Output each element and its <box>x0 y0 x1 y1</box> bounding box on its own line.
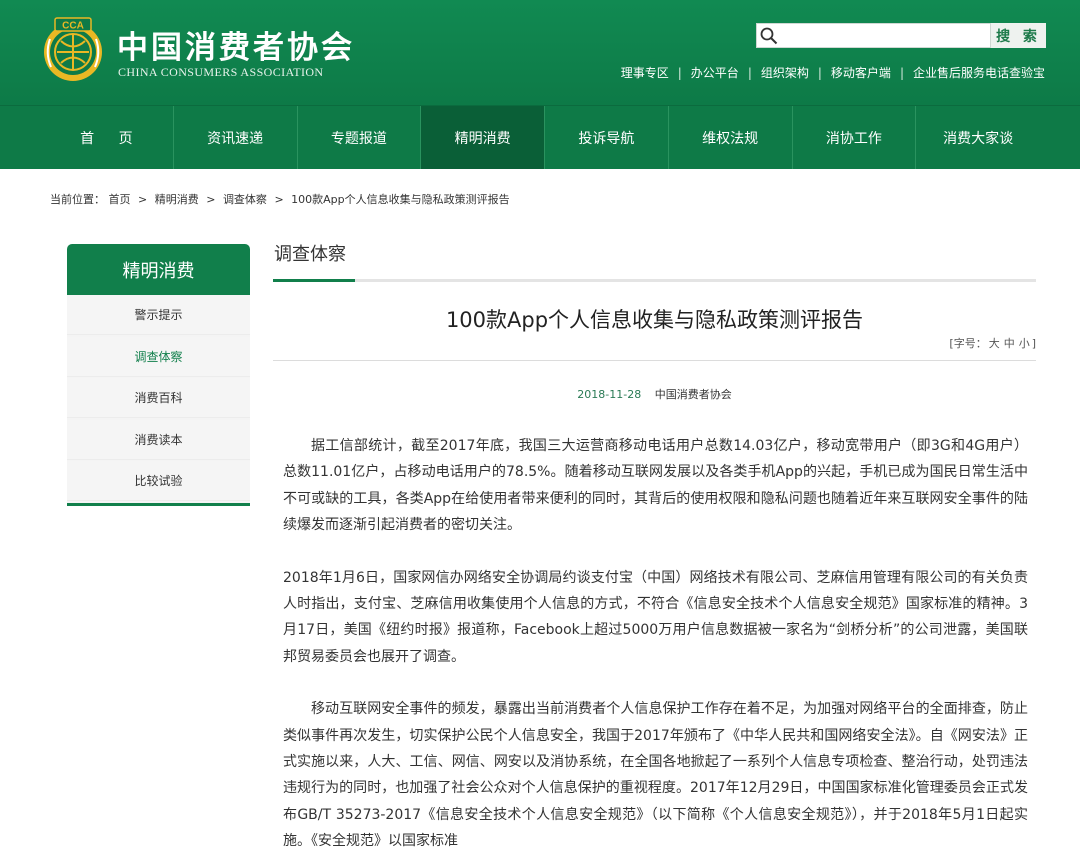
nav-item-complaint-guide[interactable]: 投诉导航 <box>545 106 669 169</box>
sidebar-item-reader[interactable]: 消费读本 <box>67 419 250 460</box>
cca-emblem-icon[interactable]: CCA <box>41 17 105 83</box>
sidebar-item-comparison-tests[interactable]: 比较试验 <box>67 461 250 501</box>
section-title: 调查体察 <box>274 244 346 265</box>
site-subtitle: CHINA CONSUMERS ASSOCIATION <box>118 65 324 79</box>
font-size-suffix: ] <box>1031 337 1036 350</box>
breadcrumb-survey[interactable]: 调查体察 <box>223 193 267 206</box>
sidebar: 精明消费 警示提示 调查体察 消费百科 消费读本 比较试验 <box>67 244 250 506</box>
breadcrumb-current: 100款App个人信息收集与隐私政策测评报告 <box>291 193 510 206</box>
top-link-separator: | <box>899 65 904 80</box>
search-input[interactable] <box>781 26 990 47</box>
section-divider-accent <box>273 279 355 282</box>
font-size-prefix: [字号： <box>949 337 987 350</box>
nav-item-smart-consumption[interactable]: 精明消费 <box>421 106 545 169</box>
nav-item-association-work[interactable]: 消协工作 <box>793 106 917 169</box>
search-icon <box>760 27 778 45</box>
font-size-control: [字号：大中小] <box>949 335 1036 351</box>
article-paragraph: 移动互联网安全事件的频发，暴露出当前消费者个人信息保护工作存在着不足，为加强对网… <box>283 701 1028 850</box>
article-meta: 2018-11-28 中国消费者协会 <box>273 386 1036 402</box>
meta-divider <box>273 360 1036 361</box>
sidebar-item-survey[interactable]: 调查体察 <box>67 336 250 377</box>
top-link-mobile-client[interactable]: 移动客户端 <box>831 64 891 81</box>
nav-item-home[interactable]: 首 页 <box>50 106 174 169</box>
breadcrumb-separator: > <box>206 193 216 206</box>
article-paragraph: 据工信部统计，截至2017年底，我国三大运营商移动电话用户总数14.03亿户，移… <box>283 438 1028 534</box>
site-header: CCA 中国消费者协会 CHINA CONSUMERS ASSOCIATION … <box>0 0 1080 105</box>
section-divider <box>273 279 1036 282</box>
nav-item-consumer-forum[interactable]: 消费大家谈 <box>916 106 1040 169</box>
article-main: 调查体察 100款App个人信息收集与隐私政策测评报告 [字号：大中小] 201… <box>273 240 1036 849</box>
top-link-separator: | <box>817 65 822 80</box>
article-paragraph: 2018年1月6日，国家网信办网络安全协调局约谈支付宝（中国）网络技术有限公司、… <box>283 569 1028 665</box>
breadcrumb-separator: > <box>274 193 284 206</box>
breadcrumb-home[interactable]: 首页 <box>109 193 131 206</box>
article-date: 2018-11-28 <box>577 388 642 401</box>
top-link-office[interactable]: 办公平台 <box>691 64 739 81</box>
top-link-separator: | <box>747 65 752 80</box>
sidebar-item-encyclopedia[interactable]: 消费百科 <box>67 378 250 418</box>
breadcrumb-prefix: 当前位置： <box>50 193 105 206</box>
search-button[interactable]: 搜 索 <box>991 23 1046 48</box>
font-size-large[interactable]: 大 <box>989 337 1000 350</box>
top-links: 理事专区 | 办公平台 | 组织架构 | 移动客户端 | 企业售后服务电话查验宝 <box>621 64 1045 81</box>
main-nav: 首 页 资讯速递 专题报道 精明消费 投诉导航 维权法规 消协工作 消费大家谈 <box>0 105 1080 169</box>
breadcrumb-smart-consumption[interactable]: 精明消费 <box>155 193 199 206</box>
article-title: 100款App个人信息收集与隐私政策测评报告 <box>445 308 864 332</box>
article-body: 据工信部统计，截至2017年底，我国三大运营商移动电话用户总数14.03亿户，移… <box>283 433 1028 855</box>
sidebar-title: 精明消费 <box>67 244 250 295</box>
breadcrumb: 当前位置： 首页 > 精明消费 > 调查体察 > 100款App个人信息收集与隐… <box>50 191 510 207</box>
font-size-medium[interactable]: 中 <box>1004 337 1015 350</box>
logo-mark-text: CCA <box>62 21 84 32</box>
breadcrumb-separator: > <box>138 193 148 206</box>
nav-item-rights-laws[interactable]: 维权法规 <box>669 106 793 169</box>
sidebar-list: 警示提示 调查体察 消费百科 消费读本 比较试验 <box>67 295 250 506</box>
top-link-organization[interactable]: 组织架构 <box>761 64 809 81</box>
nav-item-special-reports[interactable]: 专题报道 <box>298 106 422 169</box>
font-size-small[interactable]: 小 <box>1019 337 1030 350</box>
search-box <box>756 23 991 48</box>
sidebar-item-warnings[interactable]: 警示提示 <box>67 295 250 335</box>
nav-item-news[interactable]: 资讯速递 <box>174 106 298 169</box>
site-title[interactable]: 中国消费者协会 <box>117 22 355 67</box>
top-link-separator: | <box>677 65 682 80</box>
top-link-council[interactable]: 理事专区 <box>621 64 669 81</box>
article-source: 中国消费者协会 <box>654 388 732 401</box>
top-link-service-hotline[interactable]: 企业售后服务电话查验宝 <box>913 64 1045 81</box>
